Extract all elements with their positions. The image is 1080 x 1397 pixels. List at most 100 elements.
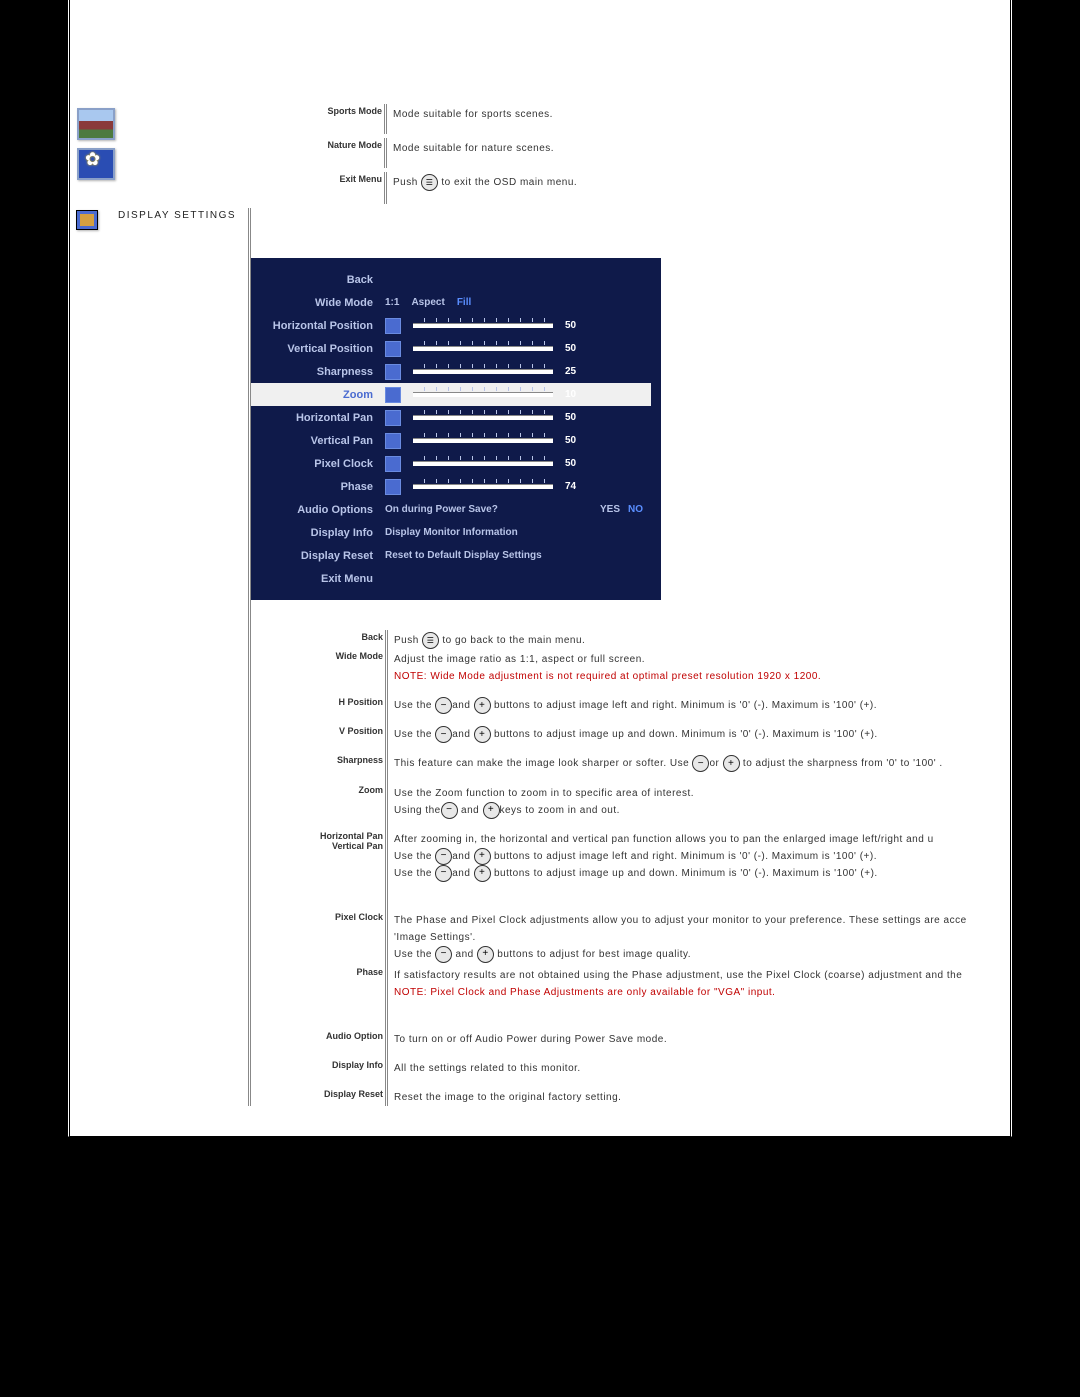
osd-row: Audio OptionsOn during Power Save?YESNO (251, 498, 651, 521)
osd-slider-icon (385, 479, 401, 495)
setting-label: Phase (251, 963, 385, 983)
osd-row-value: 50 (379, 410, 651, 426)
setting-label: Display Info (251, 1048, 385, 1076)
osd-row-value: 10 (379, 387, 651, 403)
osd-row-value: 25 (379, 364, 651, 380)
osd-slider-track (413, 392, 553, 397)
preset-description: Push to exit the OSD main menu. (387, 172, 1010, 191)
setting-label: Display Reset (251, 1077, 385, 1105)
minus-button-icon (441, 802, 458, 819)
plus-button-icon (474, 697, 491, 714)
minus-button-icon (435, 946, 452, 963)
setting-description: After zooming in, the horizontal and ver… (388, 819, 1010, 882)
osd-row: Display InfoDisplay Monitor Information (251, 521, 651, 544)
setting-description: This feature can make the image look sha… (388, 743, 1010, 772)
osd-slider-track (413, 369, 553, 374)
osd-row: Vertical Pan50 (251, 429, 651, 452)
setting-label: Wide Mode (251, 649, 385, 667)
osd-row-label: Sharpness (251, 366, 379, 378)
osd-row-value: Display Monitor Information (379, 527, 651, 538)
plus-button-icon (483, 802, 500, 819)
osd-slider-value: 74 (565, 481, 576, 492)
osd-slider-track (413, 415, 553, 420)
setting-label: Back (251, 630, 385, 648)
osd-row-label: Display Info (251, 527, 379, 539)
menu-button-icon (422, 632, 439, 649)
setting-description: Use the Zoom function to zoom in to spec… (388, 773, 1010, 819)
osd-row: Phase 74 (251, 475, 651, 498)
plus-button-icon (474, 726, 491, 743)
minus-button-icon (435, 697, 452, 714)
osd-row-label: Vertical Position (251, 343, 379, 355)
osd-row-label: Audio Options (251, 504, 379, 516)
osd-row-label: Pixel Clock (251, 458, 379, 470)
display-settings-icon (76, 210, 98, 230)
setting-description: The Phase and Pixel Clock adjustments al… (388, 882, 1010, 963)
osd-row: Pixel Clock50 (251, 452, 651, 475)
osd-row-label: Phase (251, 481, 379, 493)
osd-row-value: 1:1AspectFill (379, 297, 651, 308)
thumbnail-column (74, 104, 118, 188)
setting-description: Reset the image to the original factory … (388, 1077, 1010, 1106)
document-page: Sports ModeMode suitable for sports scen… (67, 0, 1013, 1137)
setting-description: Adjust the image ratio as 1:1, aspect or… (388, 649, 1010, 685)
osd-row-label: Horizontal Pan (251, 412, 379, 424)
setting-label: Pixel Clock (251, 882, 385, 928)
setting-label: Zoom (251, 773, 385, 801)
osd-slider-icon (385, 410, 401, 426)
osd-row-value: 50 (379, 433, 651, 449)
setting-description: Push to go back to the main menu. (388, 630, 1010, 649)
osd-slider-track (413, 484, 553, 489)
preset-label: Nature Mode (118, 138, 387, 168)
osd-slider-icon (385, 318, 401, 334)
osd-row: Horizontal Pan50 (251, 406, 651, 429)
osd-row: Back (251, 268, 651, 291)
osd-row: Sharpness 25 (251, 360, 651, 383)
osd-row-label: Vertical Pan (251, 435, 379, 447)
osd-slider-track (413, 461, 553, 466)
minus-button-icon (435, 726, 452, 743)
osd-row: Display ResetReset to Default Display Se… (251, 544, 651, 567)
setting-description: If satisfactory results are not obtained… (388, 963, 1010, 1001)
osd-row-value: 50 (379, 456, 651, 472)
osd-slider-track (413, 438, 553, 443)
osd-row-value: 50 (379, 341, 651, 357)
plus-button-icon (477, 946, 494, 963)
osd-slider-icon (385, 456, 401, 472)
plus-button-icon (474, 865, 491, 882)
osd-slider-icon (385, 364, 401, 380)
osd-row-label: Exit Menu (251, 573, 379, 585)
osd-row-value: 74 (379, 479, 651, 495)
minus-button-icon (692, 755, 709, 772)
setting-label: Sharpness (251, 743, 385, 771)
setting-description: Use the and buttons to adjust image left… (388, 685, 1010, 714)
setting-description: All the settings related to this monitor… (388, 1048, 1010, 1077)
osd-row-label: Back (251, 274, 379, 286)
osd-row-label: Zoom (251, 389, 379, 401)
setting-label: Horizontal Pan Vertical Pan (251, 819, 385, 851)
preset-label: Sports Mode (118, 104, 387, 134)
setting-label: V Position (251, 714, 385, 742)
osd-row: Exit Menu (251, 567, 651, 590)
osd-menu-screenshot: BackWide Mode1:1AspectFillHorizontal Pos… (251, 258, 661, 600)
osd-row: Vertical Position50 (251, 337, 651, 360)
osd-row-label: Horizontal Position (251, 320, 379, 332)
preset-description: Mode suitable for sports scenes. (387, 104, 1010, 123)
osd-slider-track (413, 346, 553, 351)
minus-button-icon (435, 865, 452, 882)
osd-row-label: Display Reset (251, 550, 379, 562)
plus-button-icon (474, 848, 491, 865)
preset-description: Mode suitable for nature scenes. (387, 138, 1010, 157)
nature-mode-thumbnail (77, 148, 115, 180)
osd-slider-icon (385, 433, 401, 449)
setting-label: H Position (251, 685, 385, 713)
setting-description: Use the and buttons to adjust image up a… (388, 714, 1010, 743)
setting-description: To turn on or off Audio Power during Pow… (388, 1001, 1010, 1048)
osd-slider-icon (385, 341, 401, 357)
osd-slider-value: 25 (565, 366, 576, 377)
osd-row: Zoom10 (251, 383, 651, 406)
menu-button-icon (421, 174, 438, 191)
osd-slider-value: 50 (565, 320, 576, 331)
osd-slider-track (413, 323, 553, 328)
osd-row-value: Reset to Default Display Settings (379, 550, 651, 561)
